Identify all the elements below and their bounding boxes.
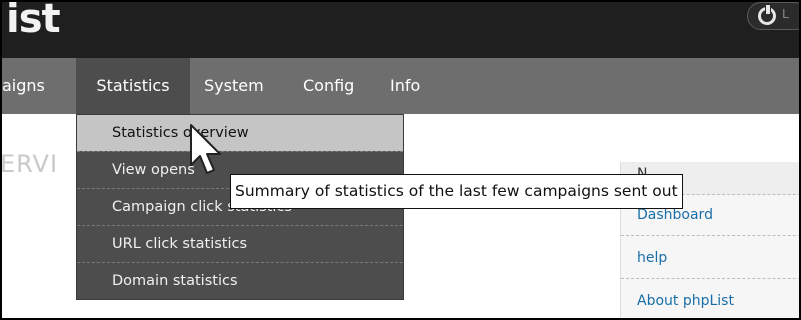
top-header: ist L (2, 2, 799, 58)
nav-item-campaigns[interactable]: aigns (2, 58, 53, 114)
menu-item-domain-statistics[interactable]: Domain statistics (77, 262, 403, 298)
power-icon (758, 4, 776, 25)
sidebar-link-help[interactable]: help (621, 237, 799, 279)
logout-button[interactable]: L (747, 2, 799, 30)
sidebar-link-about[interactable]: About phpList (621, 280, 799, 318)
menu-item-statistics-overview[interactable]: Statistics overview (77, 115, 403, 151)
mouse-pointer-icon (190, 124, 221, 174)
logout-label: L (782, 7, 789, 21)
tooltip: Summary of statistics of the last few ca… (230, 174, 683, 209)
menu-item-url-click-statistics[interactable]: URL click statistics (77, 225, 403, 261)
nav-item-config[interactable]: Config (303, 58, 354, 114)
nav-item-system[interactable]: System (204, 58, 264, 114)
main-nav: aigns Statistics System Config Info (2, 58, 799, 114)
app-window: ist L aigns Statistics System Config Inf… (0, 0, 801, 320)
nav-item-info[interactable]: Info (390, 58, 420, 114)
nav-item-statistics[interactable]: Statistics (76, 58, 190, 114)
page-title: ERVI (0, 150, 59, 178)
brand-logo-text[interactable]: ist (6, 2, 61, 42)
